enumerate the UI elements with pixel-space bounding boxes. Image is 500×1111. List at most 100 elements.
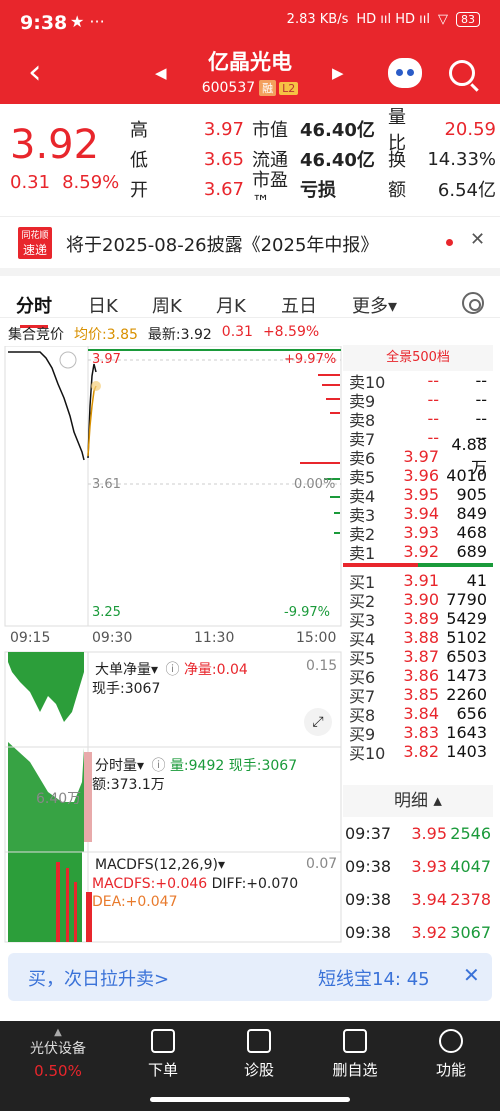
robot-assistant-icon[interactable] — [388, 58, 422, 88]
price-change: 0.31 8.59% — [10, 172, 131, 193]
auction-label: 集合竞价 — [8, 327, 64, 343]
change-percent: 8.59% — [62, 172, 120, 193]
diagnose-label: 诊股 — [243, 1061, 274, 1079]
volume-panel[interactable]: 分时量▾ ⓘ 量:9492 现手:3067 — [92, 754, 297, 776]
level-price: 3.85 — [403, 685, 439, 704]
level-volume: 689 — [456, 542, 487, 561]
limit-up-pct: +9.97% — [284, 352, 337, 367]
diagnose-button[interactable]: 诊股 — [219, 1029, 299, 1080]
macd-values: MACDFS:+0.046 DIFF:+0.070 — [92, 876, 298, 892]
level-price: 3.83 — [403, 723, 439, 742]
legend-change-pct: +8.59% — [262, 324, 320, 340]
level-volume: -- — [475, 390, 487, 409]
remove-watchlist-button[interactable]: 删自选 — [315, 1029, 395, 1080]
tab-intraday[interactable]: 分时 — [16, 292, 52, 328]
help-icon[interactable]: ⓘ — [151, 758, 165, 774]
sector-button[interactable]: ▲ 光伏设备 0.50% — [16, 1027, 100, 1080]
order-book[interactable]: 全景500档 卖10 -- -- 卖9 -- -- 卖8 -- -- 卖7 -- -- 卖6 3.97 4.… — [343, 345, 493, 780]
promo-right-text[interactable]: 短线宝14: 45 — [318, 965, 430, 991]
trade-volume: 2546 — [450, 824, 491, 843]
time-tick: 09:15 — [10, 630, 51, 646]
stock-code-line: 600537 融 L2 — [0, 80, 500, 96]
level-price: 3.82 — [403, 742, 439, 761]
help-icon[interactable] — [59, 351, 77, 369]
level-volume: 2260 — [446, 685, 487, 704]
big-order-panel[interactable]: 大单净量▾ ⓘ 净量:0.04 — [92, 658, 248, 680]
tab-daily-k[interactable]: 日K — [88, 292, 118, 318]
level-volume: 7790 — [446, 590, 487, 609]
quote-label: 市盈™ — [252, 169, 288, 213]
news-banner[interactable]: 同花顺 速递 将于2025-08-26披露《2025年中报》 ✕ — [0, 216, 500, 268]
tab-weekly-k[interactable]: 周K — [152, 292, 182, 318]
settings-icon[interactable] — [462, 292, 484, 314]
chart-legend: 集合竞价 均价:3.85 最新:3.92 0.31 +8.59% — [8, 324, 319, 344]
order-label: 下单 — [147, 1061, 178, 1079]
order-button[interactable]: 下单 — [123, 1029, 203, 1080]
limit-up-price: 3.97 — [92, 352, 121, 367]
level-price: -- — [427, 428, 439, 447]
quote-value: 46.40亿 — [300, 120, 375, 141]
trade-price: 3.95 — [411, 824, 447, 843]
bottom-toolbar: ▲ 光伏设备 0.50% 下单 诊股 删自选 功能 — [0, 1021, 500, 1111]
help-icon[interactable]: ⓘ — [165, 662, 179, 678]
big-order-net: 净量:0.04 — [183, 662, 248, 678]
order-book-title[interactable]: 全景500档 — [343, 345, 493, 371]
chevron-up-icon: ▲ — [54, 1027, 62, 1038]
level-volume: 6503 — [446, 647, 487, 666]
trade-price: 3.92 — [411, 923, 447, 942]
search-icon[interactable] — [449, 60, 475, 86]
order-book-row[interactable]: 买10 3.82 1403 — [343, 742, 493, 763]
quote-value: 20.59 — [444, 118, 496, 140]
time-tick: 09:30 — [92, 630, 133, 646]
tab-monthly-k[interactable]: 月K — [216, 292, 246, 318]
big-order-label[interactable]: 大单净量▾ — [92, 658, 162, 680]
level-volume: 41 — [466, 571, 487, 590]
diagnose-icon — [247, 1029, 271, 1053]
tab-more[interactable]: 更多▾ — [352, 292, 397, 318]
volume-current: 现手:3067 — [228, 758, 298, 774]
macd-scale: 0.07 — [306, 856, 338, 872]
volume-label[interactable]: 分时量▾ — [92, 754, 148, 776]
battery-icon: 83 — [456, 12, 480, 27]
current-price: 3.92 — [10, 122, 100, 168]
trade-volume: 4047 — [450, 857, 491, 876]
level-price: 3.86 — [403, 666, 439, 685]
detail-title[interactable]: 明细 ▴ — [343, 785, 493, 817]
macd-label[interactable]: MACDFS(12,26,9)▾ — [92, 856, 229, 874]
trade-detail[interactable]: 明细 ▴ 09:37 3.95 2546 09:38 3.93 4047 09:38 3.94… — [343, 785, 493, 949]
network-speed: 2.83 KB/s — [286, 12, 349, 27]
limit-down-pct: -9.97% — [284, 605, 330, 620]
trade-time: 09:38 — [345, 857, 392, 876]
trade-price: 3.94 — [411, 890, 447, 909]
level-label: 买10 — [349, 743, 386, 763]
prev-close-price: 3.61 — [92, 477, 121, 492]
close-icon[interactable]: ✕ — [470, 229, 485, 250]
level-price: 3.87 — [403, 647, 439, 666]
close-icon[interactable]: ✕ — [463, 963, 480, 987]
current-point-marker — [91, 381, 101, 391]
quote-row: 高 3.97 市值 46.40亿 量比 20.59 — [130, 107, 496, 154]
volume-bar-open — [84, 752, 92, 842]
order-icon — [151, 1029, 175, 1053]
function-label: 功能 — [435, 1061, 466, 1079]
tab-five-day[interactable]: 五日 — [281, 292, 317, 318]
quote-grid[interactable]: 高 3.97 市值 46.40亿 量比 20.59 低 3.65 流通 46.4… — [130, 107, 496, 213]
fullscreen-icon[interactable]: ⤢ — [304, 708, 332, 736]
quote-value: 3.65 — [203, 148, 244, 170]
news-badge-bottom: 速递 — [22, 243, 47, 257]
sector-pct: 0.50% — [34, 1062, 82, 1080]
macd-panel[interactable]: MACDFS(12,26,9)▾ — [92, 856, 229, 874]
promo-banner[interactable]: 买，次日拉升卖> 短线宝14: 45 ✕ — [8, 953, 492, 1001]
trade-price: 3.93 — [411, 857, 447, 876]
detail-rows: 09:37 3.95 2546 09:38 3.93 4047 09:38 3.94 2378 0… — [343, 817, 493, 949]
level-volume: 5429 — [446, 609, 487, 628]
function-button[interactable]: 功能 — [411, 1029, 491, 1080]
home-indicator[interactable] — [150, 1097, 350, 1102]
promo-left-text[interactable]: 买，次日拉升卖> — [28, 965, 169, 991]
trade-time: 09:38 — [345, 890, 392, 909]
order-flow-bars — [300, 374, 340, 534]
order-book-row[interactable]: 卖1 3.92 689 — [343, 542, 493, 563]
big-order-scale: 0.15 — [306, 658, 338, 674]
quote-label: 换 — [388, 150, 406, 171]
level-price: 3.94 — [403, 504, 439, 523]
